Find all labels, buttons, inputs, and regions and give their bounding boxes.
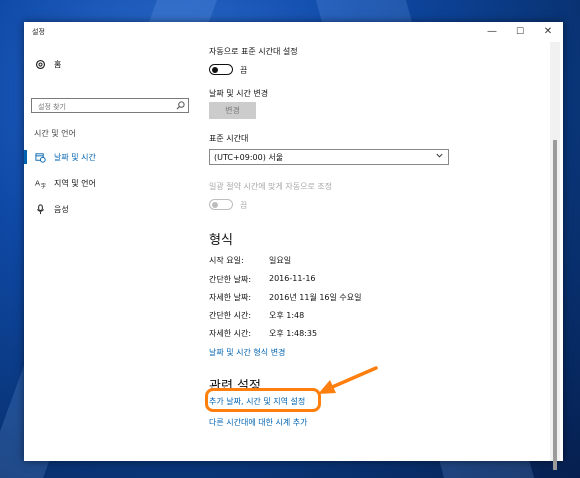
annotation-arrow — [318, 366, 378, 394]
